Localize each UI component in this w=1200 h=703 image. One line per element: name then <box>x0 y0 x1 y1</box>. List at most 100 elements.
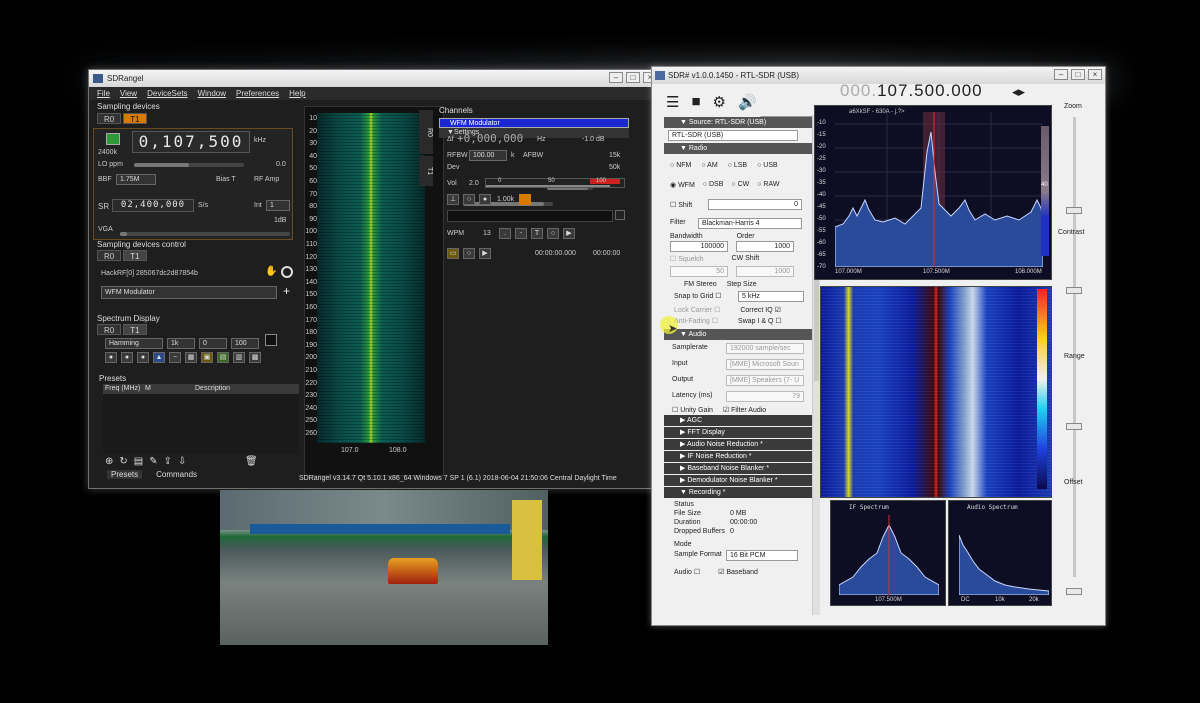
minimize-button[interactable]: – <box>609 72 623 83</box>
audio-record-checkbox[interactable]: Audio ☐ <box>674 568 700 576</box>
shift-input[interactable]: 0 <box>708 199 802 210</box>
section-header[interactable]: ▶ Baseband Noise Blanker * <box>664 463 812 474</box>
section-header[interactable]: ▶ Audio Noise Reduction * <box>664 439 812 450</box>
menu-window[interactable]: Window <box>198 87 226 100</box>
edit-preset-icon[interactable]: ✎ <box>149 456 157 467</box>
tab-r0[interactable]: R0 <box>97 113 122 124</box>
mode-usb[interactable]: ○ USB <box>757 162 778 169</box>
menu-preferences[interactable]: Preferences <box>236 87 279 100</box>
spec-btn-6[interactable]: ▦ <box>185 352 197 363</box>
bandwidth-input[interactable]: 100000 <box>670 241 728 252</box>
wfm-modulator-titlebar[interactable]: WFM Modulator <box>439 118 629 128</box>
zoom-slider[interactable] <box>1066 207 1082 214</box>
close-button[interactable]: × <box>1088 69 1102 80</box>
mode-lsb[interactable]: ○ LSB <box>728 162 747 169</box>
rf-amp-label[interactable]: RF Amp <box>254 176 279 183</box>
samplerate-select[interactable]: 192000 sample/sec <box>726 343 804 354</box>
baseband-record-checkbox[interactable]: ☑ Baseband <box>718 568 758 576</box>
spec-btn-3[interactable]: ● <box>137 352 149 363</box>
morse-color-icon[interactable] <box>615 210 625 220</box>
color-swatch[interactable] <box>265 334 277 346</box>
spec-tab-t1[interactable]: T1 <box>123 324 147 335</box>
tab-presets[interactable]: Presets <box>107 470 143 479</box>
tuning-arrows-icon[interactable]: ◂▸ <box>1012 84 1025 100</box>
mod-btn-3[interactable]: ● <box>479 194 491 205</box>
spec-btn-5[interactable]: ~ <box>169 352 181 363</box>
bbf-select[interactable]: 1.75M <box>116 174 156 185</box>
sdrangel-titlebar[interactable]: SDRangel – □ × <box>89 70 660 87</box>
tab-t1[interactable]: T1 <box>123 113 147 124</box>
spectrum-analyzer[interactable]: a6XkSF - 630A - j.?> -10 -15 -20 -25 -30 -35-… <box>814 105 1052 280</box>
side-tab-r0[interactable]: R0 <box>419 110 433 154</box>
import-preset-icon[interactable]: ⇩ <box>178 456 186 467</box>
spec-btn-8[interactable]: ▤ <box>217 352 229 363</box>
range-slider[interactable] <box>1066 423 1082 430</box>
spec-btn-10[interactable]: ▩ <box>249 352 261 363</box>
speaker-icon[interactable]: 🔊 <box>738 93 757 111</box>
maximize-button[interactable]: □ <box>626 72 640 83</box>
section-header[interactable]: ▶ IF Noise Reduction * <box>664 451 812 462</box>
source-select[interactable]: RTL-SDR (USB) <box>668 130 798 141</box>
add-channel-icon[interactable]: + <box>283 284 290 298</box>
col-m[interactable]: M <box>145 384 195 394</box>
lock-carrier-checkbox[interactable]: Lock Carrier ☐ <box>674 306 720 314</box>
wpm-value[interactable]: 13 <box>483 230 491 237</box>
mode-nfm[interactable]: ○ NFM <box>670 162 691 169</box>
open-file-icon[interactable]: ▭ <box>447 248 459 259</box>
mode-raw[interactable]: ○ RAW <box>757 181 779 189</box>
cw-shift-input[interactable]: 1000 <box>736 266 794 277</box>
section-header[interactable]: ▶ AGC <box>664 415 812 426</box>
snap-to-grid-checkbox[interactable]: Snap to Grid ☐ <box>674 293 722 300</box>
delta-frequency[interactable]: +0,000,000 <box>457 132 523 145</box>
radio-header[interactable]: ▼ Radio <box>664 143 812 154</box>
order-input[interactable]: 1000 <box>736 241 794 252</box>
unity-gain-checkbox[interactable]: ☐ Unity Gain <box>672 406 713 414</box>
output-select[interactable]: [MME] Speakers (7- U <box>726 375 804 386</box>
loop-button[interactable]: ○ <box>547 228 559 239</box>
section-header[interactable]: ▶ FFT Display <box>664 427 812 438</box>
sample-rate-dial[interactable]: 02,400,000 <box>112 199 194 212</box>
mode-am[interactable]: ○ AM <box>701 162 717 169</box>
menu-file[interactable]: File <box>97 87 110 100</box>
presets-list[interactable] <box>103 394 299 454</box>
loop-file-icon[interactable]: ○ <box>463 248 475 259</box>
side-tab-t1[interactable]: T1 <box>419 156 433 186</box>
sdrsharp-waterfall[interactable] <box>820 286 1052 498</box>
hand-icon[interactable]: ✋ <box>265 266 277 278</box>
rfbw-select[interactable]: 100.00 <box>469 150 507 161</box>
correct-iq-checkbox[interactable]: Correct IQ ☑ <box>740 306 781 314</box>
save-preset-icon[interactable]: ▤ <box>134 456 143 467</box>
menu-view[interactable]: View <box>120 87 137 100</box>
input-select[interactable]: [MME] Microsoft Soun <box>726 359 804 370</box>
recording-header[interactable]: ▼ Recording * <box>664 487 812 498</box>
frequency-display[interactable]: 000.107.500.000 <box>840 81 983 101</box>
start-stop-button[interactable] <box>106 133 120 145</box>
mode-dsb[interactable]: ○ DSB <box>703 181 724 189</box>
menu-help[interactable]: Help <box>289 87 305 100</box>
spec-ref-select[interactable]: 0 <box>199 338 227 349</box>
shift-checkbox[interactable]: ☐ Shift <box>670 202 692 209</box>
spec-range-select[interactable]: 100 <box>231 338 259 349</box>
mic-icon[interactable] <box>519 194 531 205</box>
fft-size-select[interactable]: 1k <box>167 338 195 349</box>
col-freq[interactable]: Freq (MHz) <box>103 384 145 394</box>
text-button[interactable]: T <box>531 228 543 239</box>
tab-commands[interactable]: Commands <box>156 470 197 479</box>
anti-fading-checkbox[interactable]: Anti-Fading ☐ <box>674 317 718 325</box>
gear-icon[interactable]: ⚙ <box>713 93 726 111</box>
mode-cw[interactable]: ○ CW <box>731 181 749 189</box>
maximize-button[interactable]: □ <box>1071 69 1085 80</box>
menu-icon[interactable]: ☰ <box>666 93 679 111</box>
play-button[interactable]: ▶ <box>563 228 575 239</box>
mod-btn-2[interactable]: ○ <box>463 194 475 205</box>
source-header[interactable]: ▼ Source: RTL-SDR (USB) <box>664 117 812 128</box>
spec-btn-1[interactable]: ● <box>105 352 117 363</box>
sdc-tab-t1[interactable]: T1 <box>123 250 147 261</box>
filter-select[interactable]: Blackman-Harris 4 <box>698 218 802 229</box>
mode-wfm[interactable]: ◉ WFM <box>670 181 695 189</box>
dash-button[interactable]: - <box>515 228 527 239</box>
offset-slider[interactable] <box>1066 588 1082 595</box>
contrast-slider[interactable] <box>1066 287 1082 294</box>
spec-tab-r0[interactable]: R0 <box>97 324 122 335</box>
step-size-select[interactable]: 5 kHz <box>738 291 804 302</box>
